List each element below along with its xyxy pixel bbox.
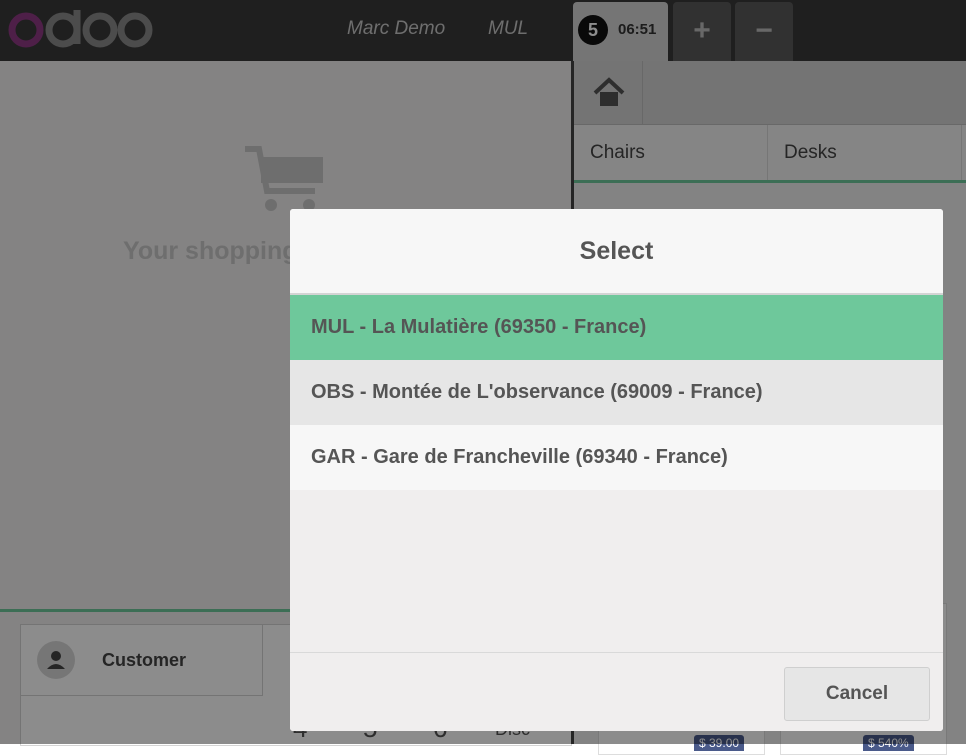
select-option-gar[interactable]: GAR - Gare de Francheville (69340 - Fran… (290, 425, 943, 490)
selection-list: MUL - La Mulatière (69350 - France) OBS … (290, 295, 943, 490)
select-option-obs[interactable]: OBS - Montée de L'observance (69009 - Fr… (290, 360, 943, 425)
select-dialog: Select MUL - La Mulatière (69350 - Franc… (290, 209, 943, 731)
dialog-title: Select (290, 209, 943, 295)
select-option-mul[interactable]: MUL - La Mulatière (69350 - France) (290, 295, 943, 360)
dialog-footer: Cancel (290, 652, 943, 731)
cancel-button[interactable]: Cancel (784, 667, 930, 721)
